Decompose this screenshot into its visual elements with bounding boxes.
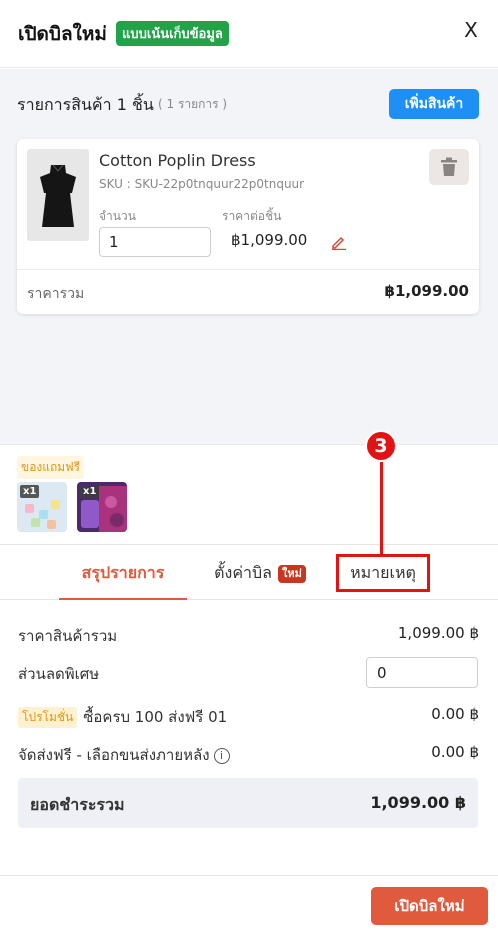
discount-label: ส่วนลดพิเศษ [18, 665, 100, 683]
product-total-value: ฿1,099.00 [384, 282, 469, 300]
close-icon: X [464, 18, 478, 42]
annotation-highlight [336, 554, 430, 592]
promotion-row: โปรโมชั่น ซื้อครบ 100 ส่งฟรี 01 [18, 705, 227, 729]
add-product-button[interactable]: เพิ่มสินค้า [389, 89, 479, 119]
gift-quantity-badge: x1 [80, 485, 100, 498]
annotation-line [380, 462, 383, 554]
unit-price: ฿1,099.00 [231, 231, 308, 249]
info-icon[interactable]: i [213, 748, 230, 764]
dress-thumbnail [40, 164, 76, 227]
product-total-label: ราคารวม [27, 286, 85, 302]
trash-icon [441, 157, 457, 176]
grand-total-box: ยอดชำระรวม 1,099.00 ฿ [18, 778, 478, 828]
new-badge: ใหม่ [277, 564, 306, 583]
free-gifts-section: ของแถมฟรี x1 x1 [0, 444, 498, 544]
items-title: รายการสินค้า 1 ชิ้น [17, 95, 154, 114]
grand-total-label: ยอดชำระรวม [30, 795, 125, 814]
annotation-number: 3 [365, 430, 397, 462]
items-count: ( 1 รายการ ) [158, 97, 228, 111]
card-divider [17, 269, 479, 270]
tab-summary-label: สรุปรายการ [81, 563, 165, 582]
header: เปิดบิลใหม่ แบบเน้นเก็บข้อมูล X [0, 0, 498, 68]
shipping-row: จัดส่งฟรี - เลือกขนส่งภายหลัง i [18, 743, 230, 767]
product-name: Cotton Poplin Dress [99, 151, 256, 170]
gift-item[interactable]: x1 [77, 482, 127, 532]
grand-total-value: 1,099.00 ฿ [370, 793, 466, 812]
gift-quantity-badge: x1 [20, 485, 40, 498]
discount-input[interactable] [366, 657, 478, 688]
close-button[interactable]: X [460, 18, 482, 44]
subtotal-value: 1,099.00 ฿ [397, 624, 479, 642]
promotion-label: ซื้อครบ 100 ส่งฟรี 01 [83, 708, 228, 726]
tab-bill-settings-label: ตั้งค่าบิล [214, 563, 272, 582]
free-gifts-label: ของแถมฟรี [17, 456, 85, 479]
promotion-value: 0.00 ฿ [431, 705, 479, 723]
footer: เปิดบิลใหม่ [0, 875, 498, 936]
gift-item[interactable]: x1 [17, 482, 67, 532]
shipping-value: 0.00 ฿ [431, 743, 479, 761]
summary-section: ราคาสินค้ารวม 1,099.00 ฿ ส่วนลดพิเศษ โปร… [0, 601, 498, 875]
shipping-label: จัดส่งฟรี - เลือกขนส่งภายหลัง [18, 746, 210, 764]
product-sku: SKU : SKU-22p0tnquur22p0tnquur [99, 177, 305, 191]
quantity-input[interactable] [99, 227, 211, 257]
mode-badge: แบบเน้นเก็บข้อมูล [116, 21, 229, 46]
product-card: Cotton Poplin Dress SKU : SKU-22p0tnquur… [17, 139, 479, 314]
unit-price-label: ราคาต่อชิ้น [222, 209, 282, 223]
tab-summary[interactable]: สรุปรายการ [59, 545, 187, 600]
pencil-icon [332, 236, 346, 251]
promotion-badge: โปรโมชั่น [18, 707, 78, 728]
tab-bill-settings[interactable]: ตั้งค่าบิล ใหม่ [200, 545, 320, 600]
edit-price-button[interactable] [331, 234, 347, 254]
product-image [27, 149, 89, 241]
quantity-label: จำนวน [99, 209, 136, 223]
items-section: รายการสินค้า 1 ชิ้น ( 1 รายการ ) เพิ่มสิ… [0, 69, 498, 444]
subtotal-label: ราคาสินค้ารวม [18, 627, 118, 645]
page-title: เปิดบิลใหม่ [18, 23, 107, 45]
delete-product-button[interactable] [429, 149, 469, 185]
open-new-bill-button[interactable]: เปิดบิลใหม่ [371, 887, 488, 925]
